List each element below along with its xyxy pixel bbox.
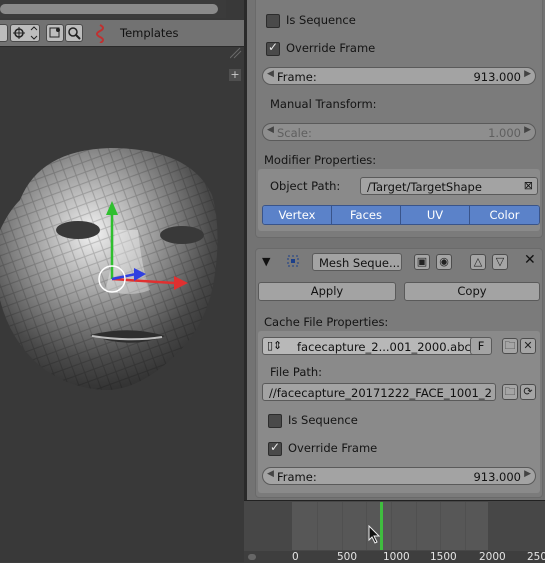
object-path-label: Object Path: bbox=[270, 179, 341, 193]
timeline-gridline bbox=[342, 502, 343, 550]
mode-uv-button[interactable]: UV bbox=[401, 206, 470, 224]
file-path-label: File Path: bbox=[270, 365, 323, 379]
area-split-corner-icon[interactable] bbox=[230, 46, 242, 60]
frame-slider-value: 913.000 bbox=[473, 70, 521, 84]
mode-faces-button[interactable]: Faces bbox=[332, 206, 401, 224]
timeline-gridline bbox=[391, 502, 392, 550]
timeline-tick-label: 0 bbox=[292, 551, 299, 563]
show-viewport-eye-icon[interactable]: ◉ bbox=[436, 254, 452, 270]
manual-transform-label: Manual Transform: bbox=[270, 97, 377, 111]
remove-modifier-close-icon[interactable]: ✕ bbox=[524, 252, 536, 268]
fake-user-button[interactable]: F bbox=[470, 337, 492, 355]
templates-menu[interactable]: Templates bbox=[120, 26, 178, 40]
scale-slider[interactable]: ◀ Scale: 1.000 ▶ bbox=[262, 123, 536, 141]
cache-file-properties-label: Cache File Properties: bbox=[264, 315, 389, 329]
timeline-gridline bbox=[317, 502, 318, 550]
object-path-value: /Target/TargetShape bbox=[367, 180, 482, 194]
mouse-pointer-icon bbox=[368, 525, 381, 544]
increment-arrow-icon[interactable]: ▶ bbox=[524, 69, 531, 79]
timeline-frame-range bbox=[292, 502, 488, 550]
gizmo-x-axis[interactable] bbox=[111, 277, 175, 285]
is-sequence-label: Is Sequence bbox=[286, 13, 356, 27]
properties-editor: Is Sequence Override Frame ◀ Frame: 913.… bbox=[247, 0, 545, 500]
file-path-field[interactable]: //facecapture_20171222_FACE_1001_2... bbox=[262, 383, 496, 401]
scale-slider-value: 1.000 bbox=[488, 126, 521, 140]
timeline-gridline bbox=[440, 502, 441, 550]
frame-slider-value: 913.000 bbox=[473, 470, 521, 484]
mode-vertex-button[interactable]: Vertex bbox=[263, 206, 332, 224]
increment-arrow-icon[interactable]: ▶ bbox=[524, 125, 531, 135]
override-frame-label: Override Frame bbox=[286, 41, 376, 55]
is-sequence-checkbox[interactable] bbox=[266, 14, 280, 28]
pivot-point-dropdown[interactable] bbox=[10, 24, 40, 42]
gizmo-y-arrow-icon[interactable] bbox=[106, 201, 118, 215]
timeline-tick-label: 2000 bbox=[479, 551, 506, 563]
gizmo-z-arrow-icon[interactable] bbox=[134, 268, 146, 281]
modifier-panel-upper: Is Sequence Override Frame ◀ Frame: 913.… bbox=[255, 0, 543, 238]
override-frame-checkbox[interactable] bbox=[268, 440, 282, 456]
open-folder-icon[interactable]: 🗀 bbox=[502, 338, 518, 354]
increment-arrow-icon[interactable]: ▶ bbox=[524, 469, 531, 479]
clear-x-icon[interactable]: ⊠ bbox=[524, 179, 533, 192]
collapse-triangle-icon[interactable]: ▼ bbox=[262, 255, 270, 268]
scale-slider-label: Scale: bbox=[277, 126, 312, 140]
frame-slider[interactable]: ◀ Frame: 913.000 ▶ bbox=[262, 467, 536, 485]
is-sequence-label: Is Sequence bbox=[288, 413, 358, 427]
move-up-icon[interactable]: △ bbox=[470, 254, 486, 270]
modifier-name-field[interactable]: Mesh Seque... bbox=[312, 253, 402, 271]
viewport-scrollbar[interactable] bbox=[0, 0, 226, 18]
viewport-header: Templates bbox=[0, 20, 244, 47]
snap-icon[interactable] bbox=[46, 24, 64, 42]
timeline-editor[interactable]: 0 500 1000 1500 2000 250 bbox=[244, 500, 545, 563]
copy-button[interactable]: Copy bbox=[404, 282, 540, 301]
cache-file-selector[interactable]: ▯⇕ facecapture_2...001_2000.abc bbox=[262, 337, 490, 355]
cache-file-name: facecapture_2...001_2000.abc bbox=[297, 340, 471, 354]
templates-icon[interactable] bbox=[96, 23, 110, 43]
file-path-value: //facecapture_20171222_FACE_1001_2... bbox=[269, 386, 493, 400]
gizmo-x-arrow-icon[interactable] bbox=[174, 276, 188, 290]
timeline-scroll-handle[interactable] bbox=[248, 554, 256, 560]
mesh-cache-modifier-icon bbox=[287, 255, 299, 267]
is-sequence-checkbox[interactable] bbox=[268, 414, 282, 428]
pivot-point-icon bbox=[13, 26, 38, 40]
toolshelf-toggle-icon[interactable]: + bbox=[229, 69, 241, 81]
viewport-shading-icon[interactable] bbox=[0, 24, 8, 42]
modifier-name-value: Mesh Seque... bbox=[319, 256, 400, 270]
render-preview-icon[interactable] bbox=[65, 24, 83, 42]
timeline-gridline bbox=[465, 502, 466, 550]
timeline-tick-label: 500 bbox=[337, 551, 358, 563]
timeline-gridline bbox=[416, 502, 417, 550]
transform-gizmo[interactable] bbox=[88, 195, 198, 305]
file-browse-icon[interactable]: ▯⇕ bbox=[267, 339, 282, 352]
viewport-scroll-thumb[interactable] bbox=[0, 4, 218, 14]
open-folder-icon[interactable]: 🗀 bbox=[502, 384, 518, 400]
override-frame-label: Override Frame bbox=[288, 441, 378, 455]
timeline-tick-label: 1000 bbox=[383, 551, 410, 563]
mode-color-button[interactable]: Color bbox=[470, 206, 539, 224]
mesh-sequence-modifier-panel: ▼ Mesh Seque... ▣ ◉ △ ▽ ✕ Apply Copy Cac… bbox=[255, 248, 543, 498]
override-frame-checkbox[interactable] bbox=[266, 40, 280, 56]
cache-file-box: ▯⇕ facecapture_2...001_2000.abc F 🗀 ✕ Fi… bbox=[258, 331, 540, 493]
unlink-x-icon[interactable]: ✕ bbox=[520, 338, 536, 354]
mode-button-row: Vertex Faces UV Color bbox=[262, 205, 540, 225]
apply-button[interactable]: Apply bbox=[258, 282, 396, 301]
frame-slider-label: Frame: bbox=[277, 470, 317, 484]
move-down-icon[interactable]: ▽ bbox=[492, 254, 508, 270]
frame-slider-label: Frame: bbox=[277, 70, 317, 84]
decrement-arrow-icon[interactable]: ◀ bbox=[267, 125, 274, 135]
timeline-tick-label: 250 bbox=[527, 551, 545, 563]
reload-icon[interactable]: ⟳ bbox=[520, 384, 536, 400]
frame-slider[interactable]: ◀ Frame: 913.000 ▶ bbox=[262, 67, 536, 85]
modifier-properties-box: Object Path: /Target/TargetShape ⊠ Verte… bbox=[258, 169, 540, 231]
timeline-tick-label: 1500 bbox=[430, 551, 457, 563]
decrement-arrow-icon[interactable]: ◀ bbox=[267, 69, 274, 79]
decrement-arrow-icon[interactable]: ◀ bbox=[267, 469, 274, 479]
show-render-icon[interactable]: ▣ bbox=[414, 254, 430, 270]
modifier-properties-label: Modifier Properties: bbox=[264, 153, 377, 167]
3d-viewport[interactable]: Templates + bbox=[0, 0, 244, 562]
object-path-field[interactable]: /Target/TargetShape ⊠ bbox=[360, 177, 538, 195]
timeline-gridline bbox=[366, 502, 367, 550]
